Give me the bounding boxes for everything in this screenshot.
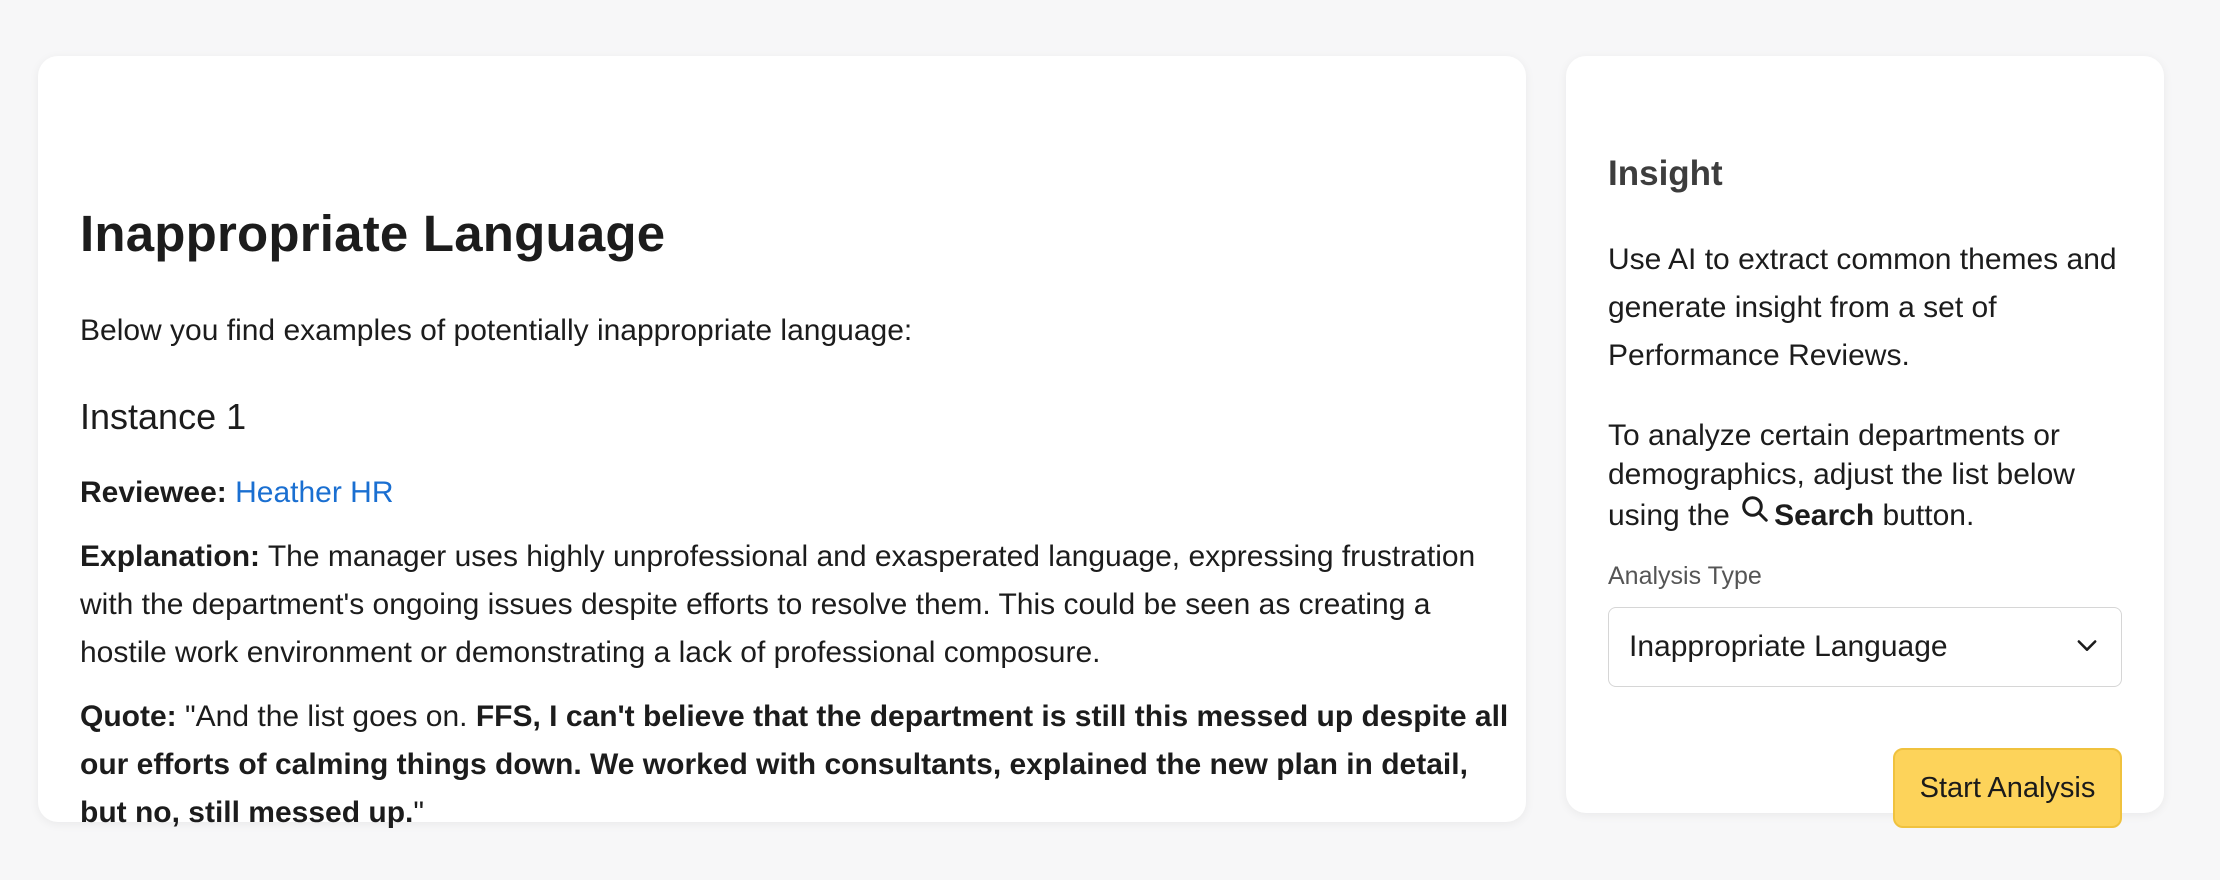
- reviewee-row: Reviewee: Heather HR: [80, 469, 1520, 517]
- intro-text: Below you find examples of potentially i…: [80, 314, 913, 347]
- analysis-type-label: Analysis Type: [1608, 562, 1762, 590]
- explanation-label: Explanation:: [80, 540, 261, 573]
- reviewee-label: Reviewee:: [80, 476, 227, 509]
- quote-row: Quote: "And the list goes on. FFS, I can…: [80, 693, 1520, 837]
- quote-label: Quote:: [80, 700, 177, 733]
- insight-title: Insight: [1608, 154, 1723, 193]
- insight-panel: Insight Use AI to extract common themes …: [1566, 56, 2164, 828]
- start-analysis-button[interactable]: Start Analysis: [1893, 748, 2122, 828]
- inappropriate-language-card: Inappropriate Language Below you find ex…: [38, 56, 1526, 829]
- explanation-row: Explanation: The manager uses highly unp…: [80, 533, 1520, 677]
- quote-close: ": [413, 796, 425, 829]
- filter-text-after: button.: [1882, 498, 1975, 532]
- analysis-type-select[interactable]: Inappropriate Language: [1608, 607, 2122, 687]
- quote-open: "And the list goes on.: [185, 700, 476, 733]
- filter-instructions: To analyze certain departments or demogr…: [1608, 416, 2148, 540]
- search-label: Search: [1774, 498, 1875, 532]
- page: Inappropriate Language Below you find ex…: [0, 0, 2220, 880]
- insight-description: Use AI to extract common themes and gene…: [1608, 243, 2117, 372]
- search-icon: [1740, 494, 1770, 534]
- analysis-type-value: Inappropriate Language: [1629, 630, 1948, 663]
- page-title: Inappropriate Language: [80, 205, 666, 262]
- explanation-text: The manager uses highly unprofessional a…: [80, 540, 1476, 669]
- chevron-down-icon: [2073, 631, 2101, 664]
- reviewee-link[interactable]: Heather HR: [235, 476, 393, 509]
- instance-heading: Instance 1: [80, 396, 247, 437]
